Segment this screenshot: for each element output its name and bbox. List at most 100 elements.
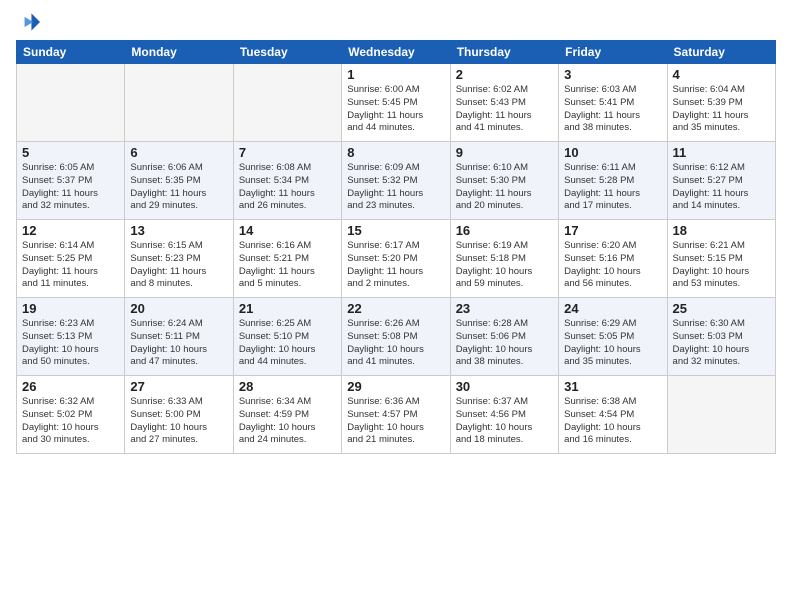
day-info: Sunrise: 6:14 AMSunset: 5:25 PMDaylight:…	[22, 240, 119, 291]
day-number: 7	[239, 145, 336, 160]
day-info: Sunrise: 6:23 AMSunset: 5:13 PMDaylight:…	[22, 318, 119, 369]
day-info: Sunrise: 6:17 AMSunset: 5:20 PMDaylight:…	[347, 240, 444, 291]
day-number: 12	[22, 223, 119, 238]
day-number: 16	[456, 223, 553, 238]
calendar-cell: 21 Sunrise: 6:25 AMSunset: 5:10 PMDayligh…	[233, 298, 341, 376]
calendar-cell: 30 Sunrise: 6:37 AMSunset: 4:56 PMDayligh…	[450, 376, 558, 454]
day-info: Sunrise: 6:08 AMSunset: 5:34 PMDaylight:…	[239, 162, 336, 213]
day-number: 31	[564, 379, 661, 394]
calendar-cell: 7 Sunrise: 6:08 AMSunset: 5:34 PMDaylight…	[233, 142, 341, 220]
header-friday: Friday	[559, 41, 667, 64]
day-number: 9	[456, 145, 553, 160]
calendar-cell: 18Sunrise: 6:21 AMSunset: 5:15 PMDayligh…	[667, 220, 775, 298]
calendar-cell: 13 Sunrise: 6:15 AMSunset: 5:23 PMDayligh…	[125, 220, 233, 298]
calendar-cell: 12 Sunrise: 6:14 AMSunset: 5:25 PMDayligh…	[17, 220, 125, 298]
calendar-cell: 8Sunrise: 6:09 AMSunset: 5:32 PMDaylight…	[342, 142, 450, 220]
calendar-cell	[125, 64, 233, 142]
calendar-cell: 29 Sunrise: 6:36 AMSunset: 4:57 PMDayligh…	[342, 376, 450, 454]
day-info: Sunrise: 6:29 AMSunset: 5:05 PMDaylight:…	[564, 318, 661, 369]
day-info: Sunrise: 6:02 AMSunset: 5:43 PMDaylight:…	[456, 84, 553, 135]
day-number: 19	[22, 301, 119, 316]
day-info: Sunrise: 6:25 AMSunset: 5:10 PMDaylight:…	[239, 318, 336, 369]
calendar-cell: 1 Sunrise: 6:00 AMSunset: 5:45 PMDaylight…	[342, 64, 450, 142]
day-info: Sunrise: 6:11 AMSunset: 5:28 PMDaylight:…	[564, 162, 661, 213]
day-info: Sunrise: 6:26 AMSunset: 5:08 PMDaylight:…	[347, 318, 444, 369]
day-number: 25	[673, 301, 770, 316]
header-saturday: Saturday	[667, 41, 775, 64]
header-tuesday: Tuesday	[233, 41, 341, 64]
day-number: 13	[130, 223, 227, 238]
calendar-cell: 14Sunrise: 6:16 AMSunset: 5:21 PMDayligh…	[233, 220, 341, 298]
day-info: Sunrise: 6:30 AMSunset: 5:03 PMDaylight:…	[673, 318, 770, 369]
day-number: 10	[564, 145, 661, 160]
calendar-cell: 28 Sunrise: 6:34 AMSunset: 4:59 PMDayligh…	[233, 376, 341, 454]
day-number: 24	[564, 301, 661, 316]
logo	[16, 10, 44, 34]
calendar-cell: 22 Sunrise: 6:26 AMSunset: 5:08 PMDayligh…	[342, 298, 450, 376]
calendar-cell: 26 Sunrise: 6:32 AMSunset: 5:02 PMDayligh…	[17, 376, 125, 454]
day-info: Sunrise: 6:38 AMSunset: 4:54 PMDaylight:…	[564, 396, 661, 447]
day-number: 2	[456, 67, 553, 82]
calendar-cell: 11 Sunrise: 6:12 AMSunset: 5:27 PMDayligh…	[667, 142, 775, 220]
day-number: 30	[456, 379, 553, 394]
calendar-week-row: 12 Sunrise: 6:14 AMSunset: 5:25 PMDayligh…	[17, 220, 776, 298]
day-info: Sunrise: 6:34 AMSunset: 4:59 PMDaylight:…	[239, 396, 336, 447]
day-number: 6	[130, 145, 227, 160]
calendar-cell: 6Sunrise: 6:06 AMSunset: 5:35 PMDaylight…	[125, 142, 233, 220]
calendar-cell	[233, 64, 341, 142]
header-thursday: Thursday	[450, 41, 558, 64]
day-number: 28	[239, 379, 336, 394]
calendar-cell: 19 Sunrise: 6:23 AMSunset: 5:13 PMDayligh…	[17, 298, 125, 376]
calendar-table: Sunday Monday Tuesday Wednesday Thursday…	[16, 40, 776, 454]
calendar-cell	[667, 376, 775, 454]
day-number: 11	[673, 145, 770, 160]
day-number: 8	[347, 145, 444, 160]
calendar-cell: 23 Sunrise: 6:28 AMSunset: 5:06 PMDayligh…	[450, 298, 558, 376]
day-info: Sunrise: 6:21 AMSunset: 5:15 PMDaylight:…	[673, 240, 770, 291]
calendar-week-row: 19 Sunrise: 6:23 AMSunset: 5:13 PMDayligh…	[17, 298, 776, 376]
day-number: 3	[564, 67, 661, 82]
calendar-page: Sunday Monday Tuesday Wednesday Thursday…	[0, 0, 792, 612]
day-info: Sunrise: 6:37 AMSunset: 4:56 PMDaylight:…	[456, 396, 553, 447]
calendar-cell: 31 Sunrise: 6:38 AMSunset: 4:54 PMDayligh…	[559, 376, 667, 454]
day-info: Sunrise: 6:10 AMSunset: 5:30 PMDaylight:…	[456, 162, 553, 213]
calendar-cell: 20 Sunrise: 6:24 AMSunset: 5:11 PMDayligh…	[125, 298, 233, 376]
day-number: 22	[347, 301, 444, 316]
calendar-cell: 27 Sunrise: 6:33 AMSunset: 5:00 PMDayligh…	[125, 376, 233, 454]
day-number: 4	[673, 67, 770, 82]
day-info: Sunrise: 6:33 AMSunset: 5:00 PMDaylight:…	[130, 396, 227, 447]
day-info: Sunrise: 6:12 AMSunset: 5:27 PMDaylight:…	[673, 162, 770, 213]
day-number: 26	[22, 379, 119, 394]
day-info: Sunrise: 6:24 AMSunset: 5:11 PMDaylight:…	[130, 318, 227, 369]
header-sunday: Sunday	[17, 41, 125, 64]
day-number: 20	[130, 301, 227, 316]
day-number: 14	[239, 223, 336, 238]
weekday-header-row: Sunday Monday Tuesday Wednesday Thursday…	[17, 41, 776, 64]
day-number: 23	[456, 301, 553, 316]
day-info: Sunrise: 6:04 AMSunset: 5:39 PMDaylight:…	[673, 84, 770, 135]
calendar-cell: 10 Sunrise: 6:11 AMSunset: 5:28 PMDayligh…	[559, 142, 667, 220]
calendar-cell: 24 Sunrise: 6:29 AMSunset: 5:05 PMDayligh…	[559, 298, 667, 376]
calendar-week-row: 26 Sunrise: 6:32 AMSunset: 5:02 PMDayligh…	[17, 376, 776, 454]
calendar-cell: 25 Sunrise: 6:30 AMSunset: 5:03 PMDayligh…	[667, 298, 775, 376]
calendar-cell: 17Sunrise: 6:20 AMSunset: 5:16 PMDayligh…	[559, 220, 667, 298]
day-number: 15	[347, 223, 444, 238]
day-info: Sunrise: 6:00 AMSunset: 5:45 PMDaylight:…	[347, 84, 444, 135]
day-info: Sunrise: 6:32 AMSunset: 5:02 PMDaylight:…	[22, 396, 119, 447]
calendar-cell: 4 Sunrise: 6:04 AMSunset: 5:39 PMDaylight…	[667, 64, 775, 142]
calendar-cell: 2 Sunrise: 6:02 AMSunset: 5:43 PMDaylight…	[450, 64, 558, 142]
day-info: Sunrise: 6:15 AMSunset: 5:23 PMDaylight:…	[130, 240, 227, 291]
day-number: 27	[130, 379, 227, 394]
day-info: Sunrise: 6:36 AMSunset: 4:57 PMDaylight:…	[347, 396, 444, 447]
day-number: 29	[347, 379, 444, 394]
header	[16, 10, 776, 34]
logo-icon	[16, 10, 40, 34]
day-number: 1	[347, 67, 444, 82]
calendar-cell: 5Sunrise: 6:05 AMSunset: 5:37 PMDaylight…	[17, 142, 125, 220]
day-info: Sunrise: 6:28 AMSunset: 5:06 PMDaylight:…	[456, 318, 553, 369]
calendar-week-row: 1 Sunrise: 6:00 AMSunset: 5:45 PMDaylight…	[17, 64, 776, 142]
day-number: 21	[239, 301, 336, 316]
day-info: Sunrise: 6:19 AMSunset: 5:18 PMDaylight:…	[456, 240, 553, 291]
header-wednesday: Wednesday	[342, 41, 450, 64]
header-monday: Monday	[125, 41, 233, 64]
